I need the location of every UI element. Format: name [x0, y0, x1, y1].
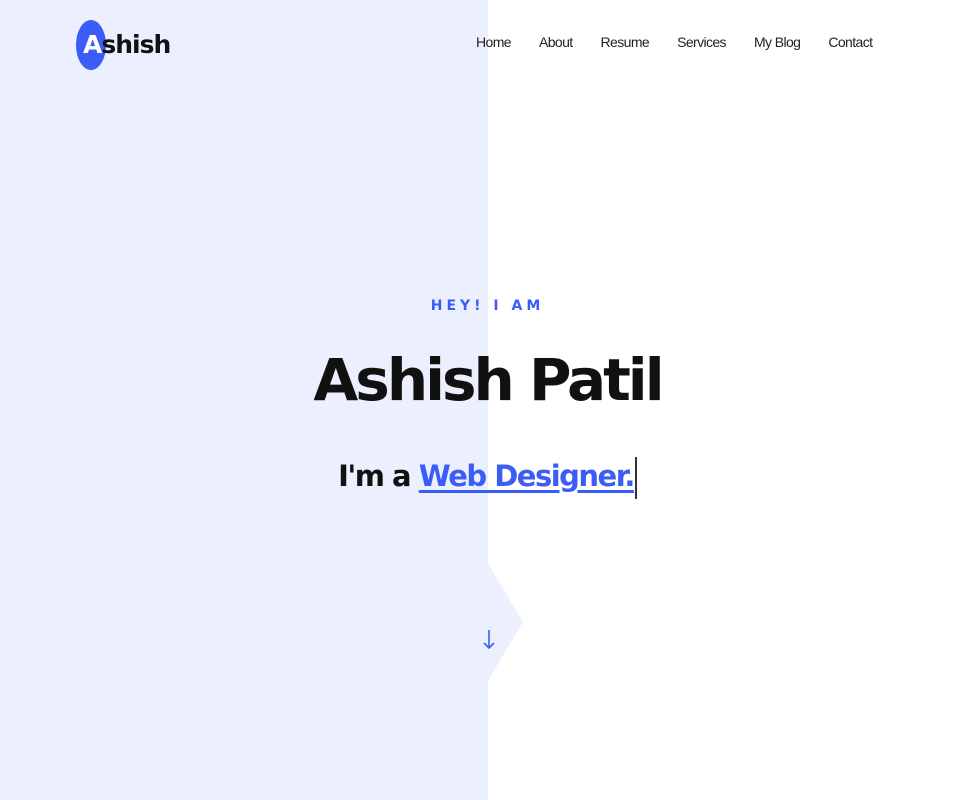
hero-section: HEY! I AM Ashish Patil I'm a Web Designe…	[0, 0, 975, 800]
hero-tagline: I'm a Web Designer.	[0, 454, 975, 499]
arrow-down-icon	[483, 630, 495, 650]
typing-cursor	[634, 457, 637, 499]
hero-eyebrow: HEY! I AM	[430, 298, 545, 314]
tagline-prefix: I'm a	[338, 459, 412, 493]
typed-role: Web Designer.	[418, 459, 636, 493]
hero-name: Ashish Patil	[313, 346, 664, 414]
scroll-down-button[interactable]	[479, 626, 499, 654]
page: Ashish Home About Resume Services My Blo…	[0, 0, 975, 800]
